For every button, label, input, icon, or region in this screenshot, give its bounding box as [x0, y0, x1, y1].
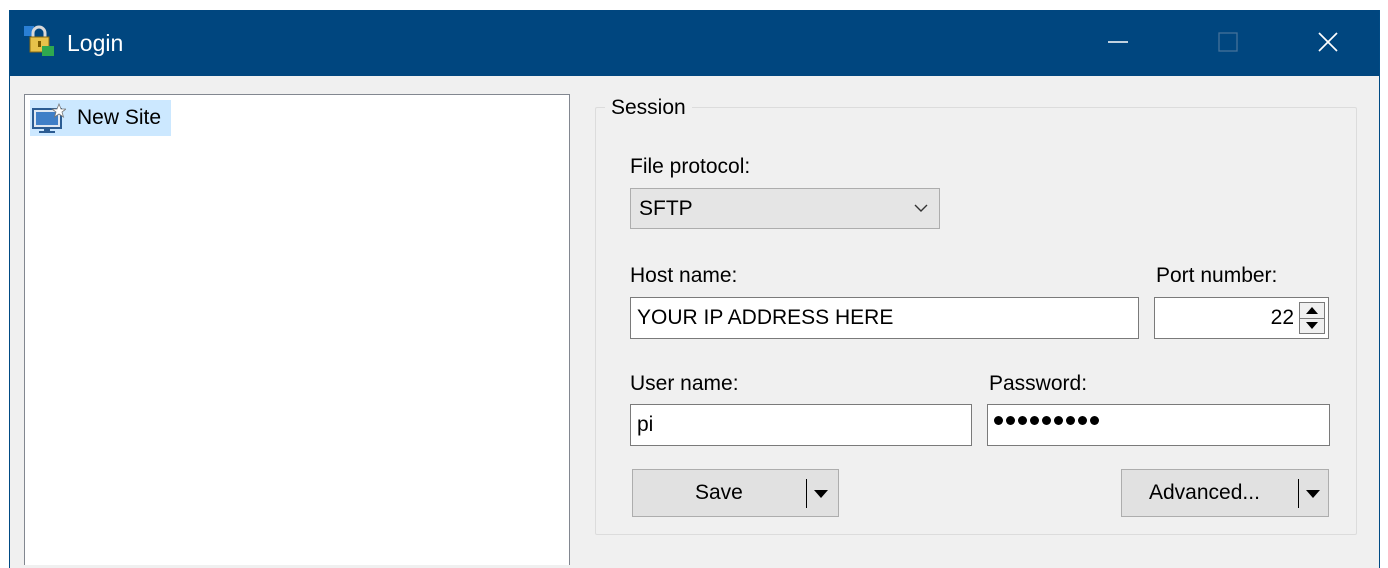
- password-mask-dot: [994, 416, 1003, 425]
- minimize-icon: [1108, 41, 1128, 43]
- user-name-label: User name:: [630, 372, 739, 395]
- password-mask-dot: [1018, 416, 1027, 425]
- title-bar[interactable]: Login: [10, 10, 1379, 76]
- password-mask: [994, 416, 1099, 425]
- padlock-app-icon: [24, 25, 54, 56]
- triangle-down-icon: [1306, 322, 1318, 329]
- password-mask-dot: [1078, 416, 1087, 425]
- user-name-value: pi: [637, 413, 654, 436]
- minimize-button[interactable]: [1084, 10, 1154, 76]
- password-mask-dot: [1054, 416, 1063, 425]
- advanced-button-label: Advanced...: [1149, 481, 1260, 504]
- password-mask-dot: [1066, 416, 1075, 425]
- port-number-value: 22: [1270, 306, 1294, 329]
- password-input[interactable]: [987, 404, 1330, 446]
- session-group-title: Session: [605, 96, 692, 120]
- user-name-input[interactable]: pi: [630, 404, 972, 446]
- host-name-value: YOUR IP ADDRESS HERE: [637, 306, 894, 329]
- password-mask-dot: [1090, 416, 1099, 425]
- file-protocol-select[interactable]: SFTP: [630, 188, 940, 229]
- window-title: Login: [67, 30, 124, 56]
- save-button[interactable]: Save: [632, 469, 839, 517]
- password-mask-dot: [1030, 416, 1039, 425]
- triangle-up-icon: [1306, 307, 1318, 314]
- port-number-label: Port number:: [1156, 264, 1278, 287]
- tree-item-new-site[interactable]: New Site: [30, 100, 171, 136]
- password-label: Password:: [989, 372, 1088, 395]
- advanced-button[interactable]: Advanced...: [1121, 469, 1329, 517]
- password-mask-dot: [1042, 416, 1051, 425]
- maximize-icon: [1218, 32, 1238, 52]
- maximize-button: [1194, 10, 1264, 76]
- port-decrement-button[interactable]: [1300, 318, 1324, 333]
- password-mask-dot: [1006, 416, 1015, 425]
- port-increment-button[interactable]: [1300, 303, 1324, 319]
- chevron-down-icon: [914, 204, 928, 212]
- tree-item-label: New Site: [77, 106, 162, 129]
- dropdown-arrow-icon[interactable]: [813, 489, 829, 499]
- split-divider: [806, 479, 807, 508]
- port-number-input[interactable]: 22: [1154, 297, 1329, 339]
- dropdown-arrow-icon[interactable]: [1305, 489, 1321, 499]
- port-spinner[interactable]: [1299, 302, 1325, 334]
- host-name-label: Host name:: [630, 264, 738, 287]
- save-button-label: Save: [695, 481, 743, 504]
- host-name-input[interactable]: YOUR IP ADDRESS HERE: [630, 297, 1139, 339]
- file-protocol-label: File protocol:: [630, 155, 751, 178]
- file-protocol-value: SFTP: [639, 197, 693, 220]
- close-button[interactable]: [1294, 10, 1364, 76]
- split-divider: [1298, 479, 1299, 508]
- site-tree[interactable]: New Site: [24, 94, 570, 565]
- close-icon: [1318, 32, 1338, 52]
- monitor-star-icon: [32, 103, 66, 133]
